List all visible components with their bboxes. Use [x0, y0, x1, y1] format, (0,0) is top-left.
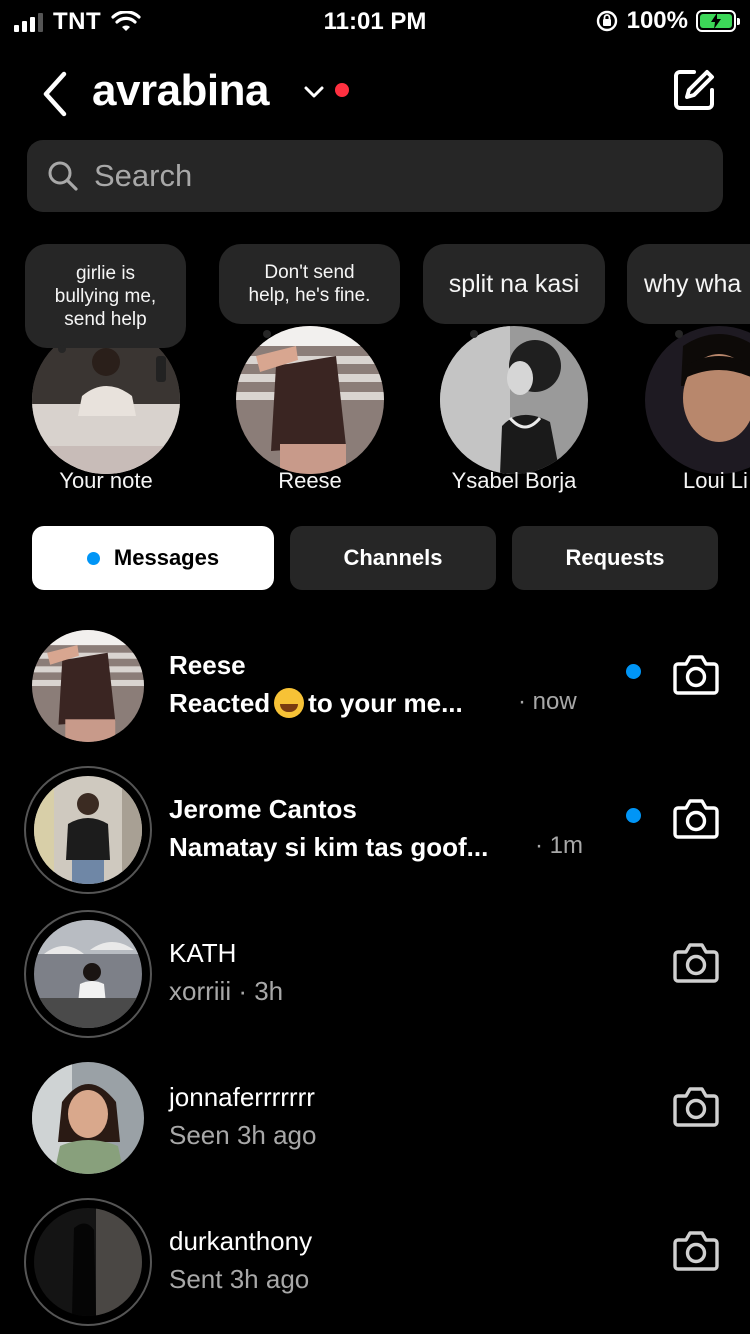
- note-item-ysabel-borja[interactable]: split na kasi Ysabel Borja: [410, 244, 620, 504]
- note-bubble: why wha: [627, 244, 750, 324]
- chevron-left-icon[interactable]: [36, 64, 76, 124]
- conversation-name: KATH: [169, 938, 237, 968]
- conversation-row-reese[interactable]: Reese Reacted to your me... · now: [0, 614, 750, 758]
- avatar: [236, 326, 384, 474]
- avatar: [32, 326, 180, 474]
- conversation-row-jerome-cantos[interactable]: Jerome Cantos Namatay si kim tas goof...…: [0, 758, 750, 902]
- status-bar: TNT 11:01 PM 100%: [0, 0, 750, 44]
- conversation-name: durkanthony: [169, 1226, 313, 1256]
- header: avrabina: [0, 58, 750, 128]
- account-switcher-username[interactable]: avrabina: [92, 66, 269, 116]
- note-bubble: girlie is bullying me, send help: [25, 244, 186, 348]
- conversation-preview: Reacted to your me...: [169, 688, 463, 719]
- search-input[interactable]: Search: [27, 140, 723, 212]
- note-name: Your note: [59, 468, 153, 493]
- search-placeholder: Search: [94, 158, 193, 193]
- camera-icon[interactable]: [672, 1228, 720, 1272]
- note-name: Ysabel Borja: [451, 468, 577, 493]
- tab-requests[interactable]: Requests: [512, 526, 718, 590]
- conversation-preview: Sent 3h ago: [169, 1264, 310, 1294]
- camera-icon[interactable]: [672, 796, 720, 840]
- note-bubble: split na kasi: [423, 244, 605, 324]
- avatar: [32, 1062, 144, 1174]
- avatar: [34, 776, 142, 884]
- conversation-time: · 1m: [535, 832, 583, 859]
- unread-dot: [626, 808, 641, 823]
- camera-icon[interactable]: [672, 940, 720, 984]
- camera-icon[interactable]: [672, 1084, 720, 1128]
- unread-dot: [626, 664, 641, 679]
- tab-messages[interactable]: Messages: [32, 526, 274, 590]
- conversation-name: Jerome Cantos: [169, 794, 357, 824]
- avatar: [32, 630, 144, 742]
- notification-dot: [335, 83, 349, 97]
- conversation-row-durkanthony[interactable]: durkanthony Sent 3h ago: [0, 1190, 750, 1334]
- camera-icon[interactable]: [672, 652, 720, 696]
- conversation-preview: Seen 3h ago: [169, 1120, 317, 1150]
- orientation-lock-icon: [596, 10, 617, 32]
- avatar: [645, 326, 750, 474]
- avatar: [440, 326, 588, 474]
- conversation-row-jonnaferrrrrrr[interactable]: jonnaferrrrrrr Seen 3h ago: [0, 1046, 750, 1190]
- battery-percent: 100%: [626, 7, 688, 34]
- battery-icon: [696, 10, 740, 32]
- conversation-name: Reese: [169, 650, 246, 680]
- conversation-name: jonnaferrrrrrr: [169, 1082, 315, 1112]
- unread-dot: [86, 551, 100, 565]
- conversation-preview: Namatay si kim tas goof...: [169, 832, 489, 862]
- conversation-time: · now: [518, 688, 577, 715]
- avatar: [34, 920, 142, 1028]
- chevron-down-icon[interactable]: [302, 80, 326, 104]
- conversation-row-kath[interactable]: KATH xorriii · 3h: [0, 902, 750, 1046]
- note-name: Loui Li: [683, 468, 748, 493]
- tab-channels[interactable]: Channels: [290, 526, 496, 590]
- conversation-preview: xorriii · 3h: [169, 976, 284, 1006]
- note-item-reese[interactable]: Don't send help, he's fine. Reese: [205, 244, 415, 504]
- compose-icon[interactable]: [670, 66, 718, 114]
- note-item-your-note[interactable]: girlie is bullying me, send help Your no…: [0, 244, 210, 504]
- avatar: [34, 1208, 142, 1316]
- note-item-loui-li[interactable]: why wha Loui Li: [615, 244, 750, 504]
- note-name: Reese: [278, 468, 342, 493]
- search-icon: [48, 161, 78, 191]
- laughing-emoji-icon: [274, 688, 305, 719]
- note-bubble: Don't send help, he's fine.: [219, 244, 400, 324]
